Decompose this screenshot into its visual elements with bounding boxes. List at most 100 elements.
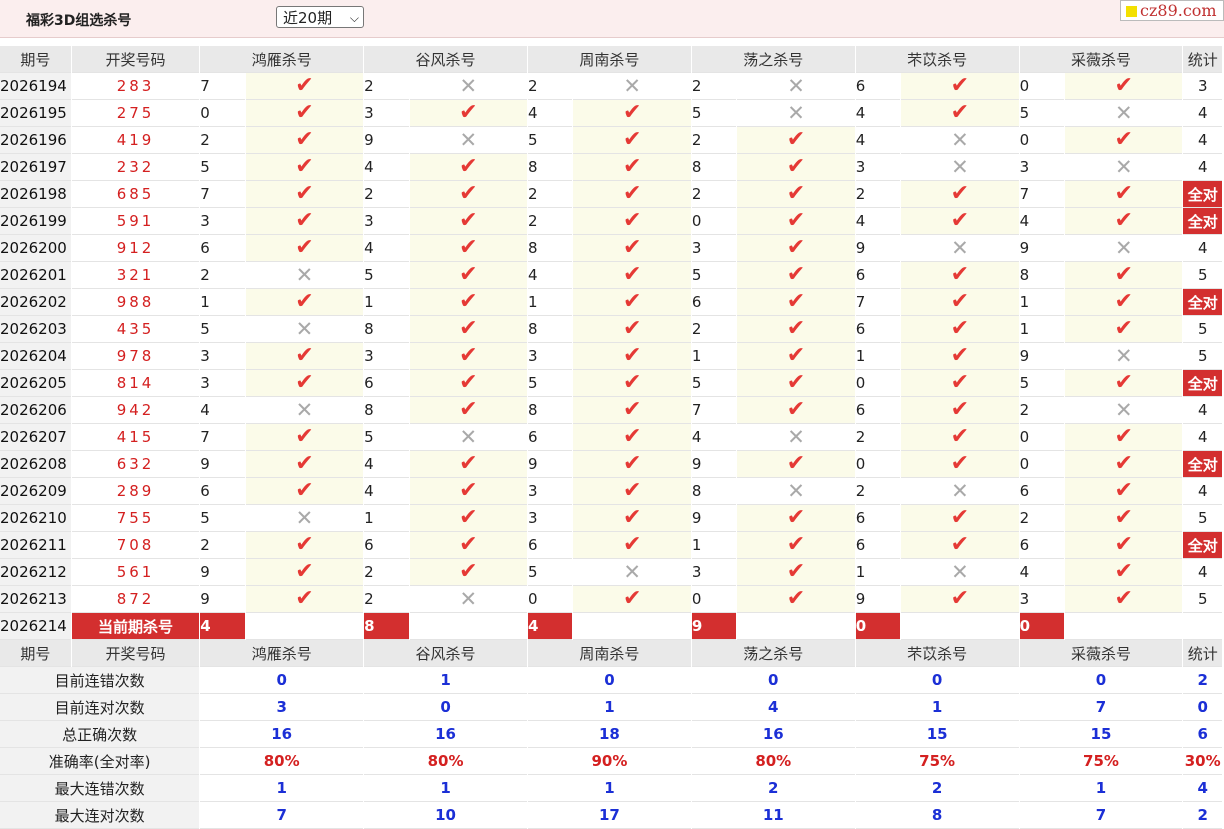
stat-value: 15: [1019, 721, 1183, 748]
check-icon: ✔: [459, 316, 478, 341]
result-correct: ✔: [901, 505, 1019, 532]
result-correct: ✔: [1065, 532, 1183, 559]
result-correct: ✔: [409, 154, 527, 181]
result-correct: ✔: [573, 262, 691, 289]
check-icon: ✔: [786, 127, 806, 152]
stat-value: 1: [1019, 775, 1183, 802]
current-kill-label: 当前期杀号: [71, 613, 200, 640]
result-correct: ✔: [573, 181, 691, 208]
kill-number: 3: [527, 505, 573, 532]
check-icon: ✔: [950, 586, 970, 611]
issue-number: 2026207: [0, 424, 71, 451]
stat-value: 0: [1019, 667, 1183, 694]
result-correct: ✔: [409, 397, 527, 424]
kill-number: 3: [200, 208, 245, 235]
stat-row: 最大连对次数 7 10 17 11 8 7 2: [0, 802, 1222, 829]
result-correct: ✔: [901, 451, 1019, 478]
check-icon: ✔: [295, 370, 314, 395]
current-kill-number: 8: [364, 613, 409, 640]
check-icon: ✔: [1114, 370, 1133, 395]
kill-number: 4: [691, 424, 737, 451]
kill-number: 1: [527, 289, 573, 316]
result-correct: ✔: [901, 370, 1019, 397]
result-correct: ✔: [573, 397, 691, 424]
kill-number: 5: [200, 316, 245, 343]
kill-number: 2: [855, 424, 901, 451]
kill-number: 3: [200, 370, 245, 397]
kill-number: 6: [200, 478, 245, 505]
issue-number: 2026196: [0, 127, 71, 154]
check-icon: ✔: [622, 127, 642, 152]
result-wrong: ✕: [409, 424, 527, 451]
kill-number: 3: [691, 559, 737, 586]
check-icon: ✔: [1114, 181, 1133, 206]
check-icon: ✔: [295, 532, 314, 557]
result-wrong: ✕: [1065, 397, 1183, 424]
kill-number: 4: [364, 235, 409, 262]
check-icon: ✔: [786, 343, 806, 368]
draw-number: 814: [71, 370, 200, 397]
stat-value: 80%: [691, 748, 855, 775]
stat-value: 1: [364, 667, 527, 694]
draw-number: 708: [71, 532, 200, 559]
cross-icon: ✕: [951, 236, 969, 260]
kill-number: 8: [691, 478, 737, 505]
kill-number: 7: [855, 289, 901, 316]
cross-icon: ✕: [1114, 101, 1133, 125]
result-correct: ✔: [573, 505, 691, 532]
check-icon: ✔: [622, 289, 642, 314]
tally-count: 4: [1183, 127, 1222, 154]
stat-value: 90%: [527, 748, 691, 775]
stat-value: 0: [527, 667, 691, 694]
check-icon: ✔: [1114, 127, 1133, 152]
issue-number: 2026203: [0, 316, 71, 343]
result-wrong: ✕: [573, 559, 691, 586]
current-kill-number: 0: [1019, 613, 1065, 640]
stat-label: 最大连对次数: [0, 802, 200, 829]
all-correct-badge: 全对: [1183, 532, 1222, 559]
stat-value: 1: [527, 694, 691, 721]
kill-number: 0: [855, 451, 901, 478]
kill-number: 6: [855, 262, 901, 289]
table-header-row: 期号 开奖号码 鸿雁杀号 谷风杀号 周南杀号 荡之杀号 芣苡杀号 采薇杀号 统计: [0, 640, 1222, 667]
kill-number: 6: [691, 289, 737, 316]
kill-number: 5: [364, 424, 409, 451]
kill-number: 5: [200, 154, 245, 181]
check-icon: ✔: [622, 235, 642, 260]
draw-number: 275: [71, 100, 200, 127]
kill-number: 4: [364, 478, 409, 505]
check-icon: ✔: [950, 316, 970, 341]
stat-value: 1: [855, 694, 1019, 721]
stat-tally: 2: [1183, 802, 1222, 829]
table-header-row: 期号 开奖号码 鸿雁杀号 谷风杀号 周南杀号 荡之杀号 芣苡杀号 采薇杀号 统计: [0, 46, 1222, 73]
stat-label: 总正确次数: [0, 721, 200, 748]
kill-number: 1: [691, 532, 737, 559]
result-correct: ✔: [737, 370, 855, 397]
kill-number: 1: [200, 289, 245, 316]
result-wrong: ✕: [1065, 100, 1183, 127]
kill-number: 3: [364, 100, 409, 127]
header-issue: 期号: [0, 46, 71, 73]
check-icon: ✔: [295, 100, 314, 125]
header-draw: 开奖号码: [71, 640, 200, 667]
kill-number: 6: [1019, 532, 1065, 559]
site-logo[interactable]: cz89.com: [1120, 0, 1224, 21]
draw-number: 321: [71, 262, 200, 289]
result-correct: ✔: [573, 370, 691, 397]
draw-number: 988: [71, 289, 200, 316]
check-icon: ✔: [295, 208, 314, 233]
stat-value: 17: [527, 802, 691, 829]
kill-number: 0: [200, 100, 245, 127]
result-correct: ✔: [573, 127, 691, 154]
kill-number: 8: [1019, 262, 1065, 289]
kill-number: 1: [1019, 316, 1065, 343]
period-select[interactable]: 近20期 ⌵: [276, 6, 364, 28]
cross-icon: ✕: [459, 128, 478, 152]
check-icon: ✔: [459, 478, 478, 503]
check-icon: ✔: [950, 451, 970, 476]
issue-number: 2026208: [0, 451, 71, 478]
stat-value: 4: [691, 694, 855, 721]
current-kill-blank: [1065, 613, 1183, 640]
result-correct: ✔: [901, 397, 1019, 424]
draw-number: 283: [71, 73, 200, 100]
